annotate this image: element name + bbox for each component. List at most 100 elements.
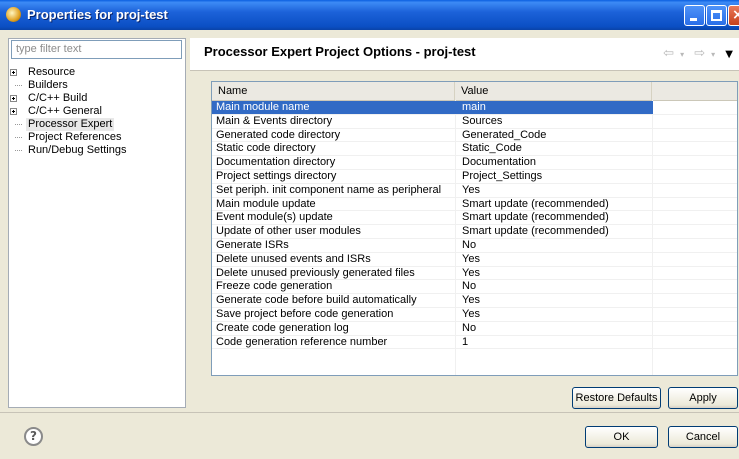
tree-connector (15, 85, 22, 86)
option-value[interactable]: Project_Settings (462, 170, 652, 184)
restore-defaults-button[interactable]: Restore Defaults (572, 387, 661, 409)
table-body: Main module name main Main & Events direct… (212, 101, 737, 350)
table-row[interactable]: Delete unused previously generated files… (212, 267, 737, 281)
nav-buttons: ⇦ ▾ ⇨ ▾ ▼ (657, 46, 733, 61)
header-separator (190, 70, 739, 71)
option-value[interactable]: No (462, 239, 652, 253)
table-row[interactable]: Generate ISRs No (212, 239, 737, 253)
tree-item-label: Project References (28, 131, 122, 143)
properties-dialog: Properties for proj-test × type filter t… (0, 0, 739, 459)
page-header: Processor Expert Project Options - proj-… (190, 38, 739, 70)
forward-icon[interactable]: ⇨ (694, 46, 705, 61)
option-name: Project settings directory (216, 169, 337, 182)
forward-dropdown-icon[interactable]: ▾ (711, 50, 715, 59)
option-name: Generated code directory (216, 128, 341, 141)
option-value[interactable]: main (462, 101, 652, 115)
minimize-icon (690, 18, 697, 21)
tree-item-run-debug-settings[interactable]: Run/Debug Settings (10, 144, 184, 157)
option-name: Generate code before build automatically (216, 294, 417, 307)
table-row[interactable]: Generate code before build automatically… (212, 294, 737, 308)
view-menu-icon[interactable]: ▼ (725, 49, 733, 60)
table-row[interactable]: Generated code directory Generated_Code (212, 129, 737, 143)
tree-connector (15, 124, 22, 125)
option-value[interactable]: Yes (462, 253, 652, 267)
table-row[interactable]: Event module(s) update Smart update (reco… (212, 211, 737, 226)
option-name: Update of other user modules (216, 225, 361, 238)
option-value[interactable]: Smart update (recommended) (462, 211, 652, 225)
page-title: Processor Expert Project Options - proj-… (204, 44, 476, 59)
option-value[interactable]: No (462, 322, 652, 336)
option-value[interactable]: Documentation (462, 156, 652, 170)
expand-icon[interactable] (10, 108, 17, 115)
filter-input[interactable]: type filter text (11, 40, 182, 59)
option-value[interactable]: 1 (462, 336, 652, 350)
option-name: Delete unused previously generated files (216, 266, 415, 279)
option-name: Freeze code generation (216, 280, 333, 293)
option-value[interactable]: Generated_Code (462, 129, 652, 143)
column-header-name[interactable]: Name (212, 82, 455, 100)
back-icon[interactable]: ⇦ (663, 46, 674, 61)
option-name: Static code directory (216, 142, 316, 155)
expand-icon[interactable] (10, 95, 17, 102)
option-name: Create code generation log (216, 321, 349, 334)
tree-item-resource[interactable]: Resource (10, 66, 184, 79)
app-icon (6, 7, 21, 22)
option-name: Main module update (216, 197, 316, 210)
tree-item-label: C/C++ General (28, 105, 102, 117)
tree-item-label: Builders (28, 79, 68, 91)
close-icon: × (732, 7, 739, 23)
expand-icon[interactable] (10, 69, 17, 76)
cancel-button[interactable]: Cancel (668, 426, 738, 448)
option-name: Event module(s) update (216, 211, 333, 224)
property-tree: Resource Builders C/C++ Build C/C++ General… (10, 66, 184, 157)
window-title: Properties for proj-test (27, 7, 168, 22)
table-row[interactable]: Freeze code generation No (212, 280, 737, 295)
tree-item-processor-expert[interactable]: Processor Expert (10, 118, 184, 131)
table-row[interactable]: Main & Events directory Sources (212, 115, 737, 129)
table-row[interactable]: Project settings directory Project_Settin… (212, 170, 737, 184)
option-name: Code generation reference number (216, 335, 388, 348)
option-value[interactable]: Smart update (recommended) (462, 225, 652, 239)
help-icon[interactable]: ? (24, 427, 43, 446)
option-value[interactable]: Yes (462, 294, 652, 308)
tree-item-c-c-build[interactable]: C/C++ Build (10, 92, 184, 105)
option-value[interactable]: Smart update (recommended) (462, 198, 652, 212)
maximize-button[interactable] (706, 5, 727, 26)
option-value[interactable]: Yes (462, 267, 652, 281)
tree-connector (15, 137, 22, 138)
close-button[interactable]: × (728, 5, 739, 26)
table-row[interactable]: Save project before code generation Yes (212, 308, 737, 322)
table-row[interactable]: Static code directory Static_Code (212, 142, 737, 157)
option-name: Main & Events directory (216, 114, 333, 127)
tree-item-label: Resource (28, 66, 76, 78)
table-row[interactable]: Set periph. init component name as perip… (212, 184, 737, 198)
option-value[interactable]: Static_Code (462, 142, 652, 156)
table-row[interactable]: Update of other user modules Smart update… (212, 225, 737, 239)
option-value[interactable]: Yes (462, 184, 652, 198)
back-dropdown-icon[interactable]: ▾ (680, 50, 684, 59)
table-row[interactable]: Main module name main (212, 101, 737, 115)
minimize-button[interactable] (684, 5, 705, 26)
table-header: Name Value (212, 82, 737, 101)
option-name: Generate ISRs (216, 238, 289, 251)
column-header-value[interactable]: Value (455, 82, 652, 100)
tree-item-project-references[interactable]: Project References (10, 131, 184, 144)
option-value[interactable]: Yes (462, 308, 652, 322)
tree-item-label: C/C++ Build (28, 92, 88, 104)
option-value[interactable]: Sources (462, 115, 652, 129)
apply-button[interactable]: Apply (668, 387, 738, 409)
table-row[interactable]: Main module update Smart update (recommen… (212, 198, 737, 212)
table-row[interactable]: Delete unused events and ISRs Yes (212, 253, 737, 267)
table-row[interactable]: Code generation reference number 1 (212, 336, 737, 350)
tree-item-c-c-general[interactable]: C/C++ General (10, 105, 184, 118)
title-bar[interactable]: Properties for proj-test × (0, 0, 739, 30)
table-row[interactable]: Create code generation log No (212, 322, 737, 336)
tree-connector (15, 150, 22, 151)
ok-button[interactable]: OK (585, 426, 658, 448)
option-value[interactable]: No (462, 280, 652, 294)
option-name: Save project before code generation (216, 307, 394, 320)
option-name: Main module name (216, 101, 310, 113)
option-name: Set periph. init component name as perip… (216, 183, 442, 196)
table-row[interactable]: Documentation directory Documentation (212, 156, 737, 170)
tree-item-builders[interactable]: Builders (10, 79, 184, 92)
